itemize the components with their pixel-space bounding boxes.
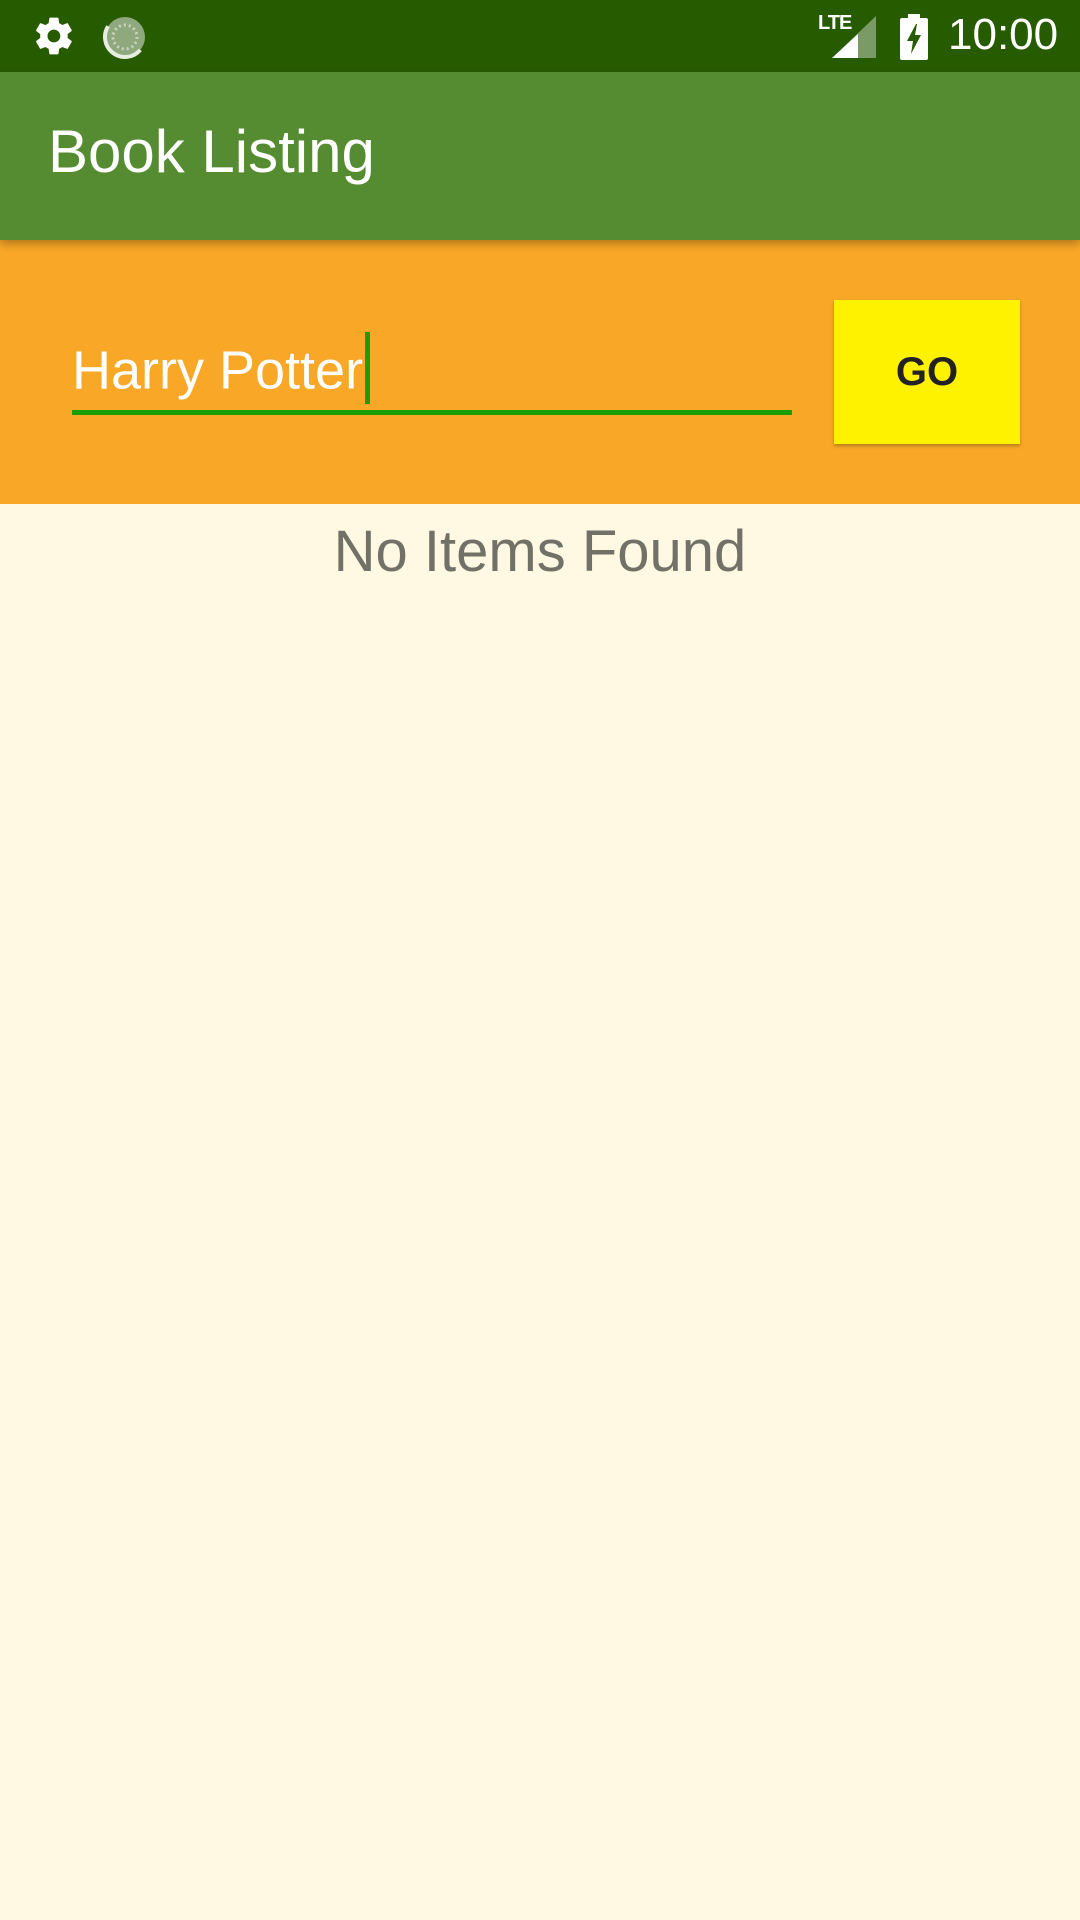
empty-state-message: No Items Found	[333, 519, 747, 584]
clock: 10:00	[948, 10, 1059, 59]
signal-icon	[832, 16, 876, 58]
battery-charging-icon	[900, 14, 928, 60]
gear-icon	[30, 14, 78, 58]
app-title: Book Listing	[48, 118, 375, 185]
text-cursor	[365, 332, 371, 404]
search-input-text[interactable]: Harry Potter	[72, 332, 371, 410]
search-input[interactable]: Harry Potter	[72, 332, 792, 415]
sync-spinner-icon	[102, 14, 148, 60]
search-query: Harry Potter	[72, 340, 364, 401]
results-list: No Items Found	[0, 504, 1080, 1920]
status-bar: LTE 10:00	[0, 0, 1080, 72]
search-panel: Harry Potter GO	[0, 240, 1080, 504]
go-button[interactable]: GO	[834, 300, 1020, 444]
app-bar: Book Listing	[0, 72, 1080, 240]
